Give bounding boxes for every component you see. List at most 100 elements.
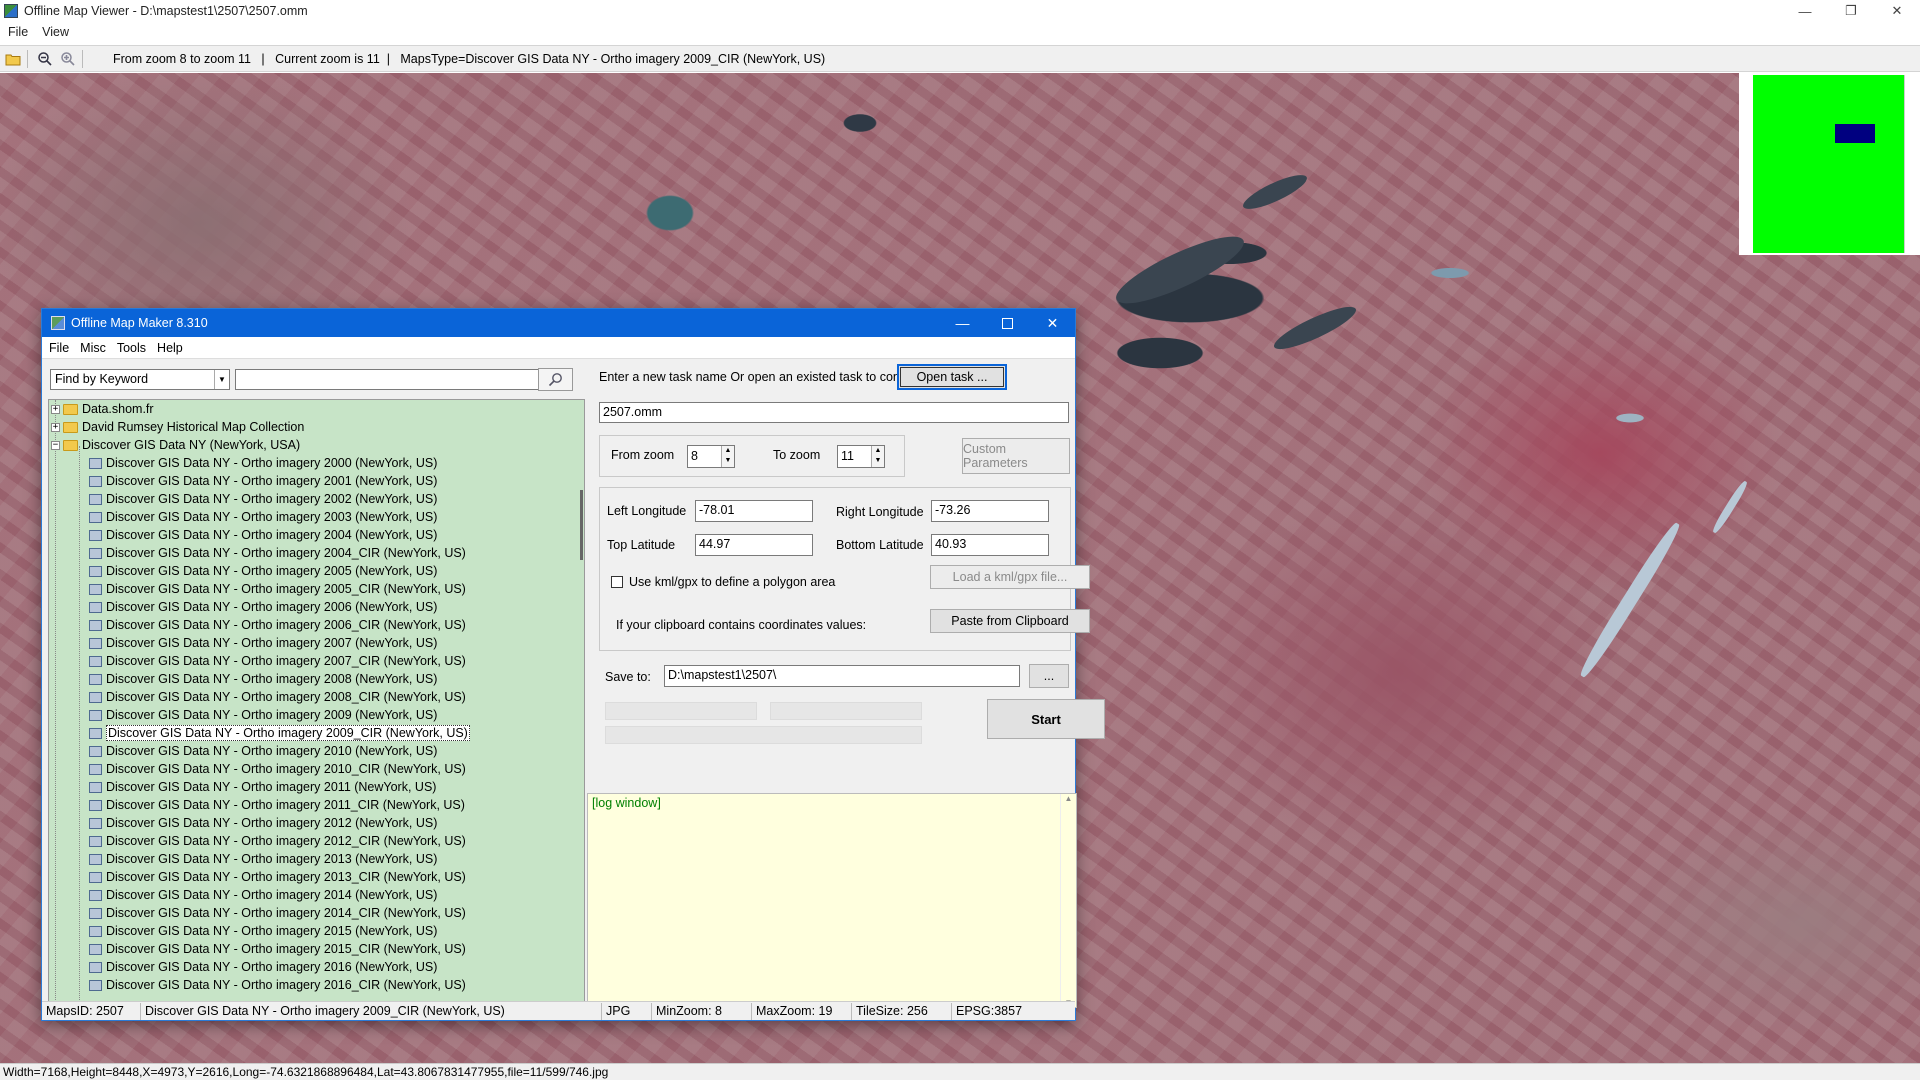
tree-folder-item[interactable]: − Discover GIS Data NY (NewYork, USA) — [49, 436, 584, 454]
tree-map-item[interactable]: Discover GIS Data NY - Ortho imagery 201… — [49, 868, 584, 886]
tree-folder-item[interactable]: + David Rumsey Historical Map Collection — [49, 418, 584, 436]
tree-map-item[interactable]: Discover GIS Data NY - Ortho imagery 200… — [49, 526, 584, 544]
tree-item-label: Discover GIS Data NY - Ortho imagery 200… — [106, 618, 466, 632]
search-mode-select[interactable]: Find by Keyword ▼ — [50, 369, 230, 390]
log-scrollbar[interactable]: ▲▼ — [1060, 794, 1076, 1007]
tree-folder-item[interactable]: + Data.shom.fr — [49, 400, 584, 418]
dialog-minimize-button[interactable]: — — [940, 309, 985, 337]
use-kml-checkbox[interactable] — [611, 576, 623, 588]
overview-viewport[interactable] — [1835, 124, 1875, 143]
dialog-menu-misc[interactable]: Misc — [80, 341, 106, 355]
tree-map-item[interactable]: Discover GIS Data NY - Ortho imagery 200… — [49, 634, 584, 652]
dialog-menu-help[interactable]: Help — [157, 341, 183, 355]
tree-map-item[interactable]: Discover GIS Data NY - Ortho imagery 201… — [49, 778, 584, 796]
open-task-button[interactable]: Open task ... — [897, 364, 1007, 390]
top-latitude-input[interactable]: 44.97 — [695, 534, 813, 556]
search-button[interactable] — [538, 368, 573, 391]
dialog-menu-file[interactable]: File — [49, 341, 69, 355]
dialog-menu-tools[interactable]: Tools — [117, 341, 146, 355]
tree-item-label: Discover GIS Data NY - Ortho imagery 200… — [106, 492, 438, 506]
search-mode-value: Find by Keyword — [55, 372, 149, 386]
tree-map-item[interactable]: Discover GIS Data NY - Ortho imagery 200… — [49, 598, 584, 616]
tree-scrollbar-thumb[interactable] — [580, 490, 583, 560]
tree-map-item[interactable]: Discover GIS Data NY - Ortho imagery 201… — [49, 850, 584, 868]
tree-map-item[interactable]: Discover GIS Data NY - Ortho imagery 200… — [49, 544, 584, 562]
tree-map-item[interactable]: Discover GIS Data NY - Ortho imagery 201… — [49, 832, 584, 850]
min-zoom-status: MinZoom: 8 — [652, 1002, 752, 1020]
search-input[interactable] — [235, 369, 539, 390]
map-lake — [1269, 299, 1361, 357]
left-longitude-input[interactable]: -78.01 — [695, 500, 813, 522]
right-longitude-input[interactable]: -73.26 — [931, 500, 1049, 522]
map-layer-icon — [89, 457, 102, 469]
tree-map-item[interactable]: Discover GIS Data NY - Ortho imagery 200… — [49, 508, 584, 526]
map-layer-icon — [89, 673, 102, 685]
map-layer-icon — [89, 979, 102, 991]
zoom-out-icon[interactable] — [35, 49, 55, 69]
tree-item-label: Discover GIS Data NY - Ortho imagery 201… — [106, 960, 438, 974]
tree-map-item[interactable]: Discover GIS Data NY - Ortho imagery 200… — [49, 706, 584, 724]
collapse-icon[interactable]: − — [51, 440, 60, 450]
map-source-tree[interactable]: + Data.shom.fr + David Rumsey Historical Ma… — [48, 399, 585, 1009]
paste-from-clipboard-button[interactable]: Paste from Clipboard — [930, 609, 1090, 633]
menu-file[interactable]: File — [8, 25, 28, 39]
tree-map-item[interactable]: Discover GIS Data NY - Ortho imagery 200… — [49, 490, 584, 508]
tree-map-item[interactable]: Discover GIS Data NY - Ortho imagery 200… — [49, 616, 584, 634]
tree-map-item[interactable]: Discover GIS Data NY - Ortho imagery 200… — [49, 562, 584, 580]
log-window[interactable]: [log window] ▲▼ — [587, 793, 1077, 1008]
tree-map-item[interactable]: Discover GIS Data NY - Ortho imagery 200… — [49, 670, 584, 688]
maximize-button[interactable]: ❐ — [1828, 0, 1874, 22]
tree-map-item[interactable]: Discover GIS Data NY - Ortho imagery 201… — [49, 742, 584, 760]
bottom-latitude-input[interactable]: 40.93 — [931, 534, 1049, 556]
tree-map-item[interactable]: Discover GIS Data NY - Ortho imagery 201… — [49, 976, 584, 994]
open-folder-icon[interactable] — [3, 49, 23, 69]
task-name-input[interactable]: 2507.omm — [599, 402, 1069, 423]
tree-map-item[interactable]: Discover GIS Data NY - Ortho imagery 201… — [49, 904, 584, 922]
map-source-pane: Find by Keyword ▼ + Data.shom.fr + David Ru… — [42, 359, 587, 1009]
tree-map-item[interactable]: Discover GIS Data NY - Ortho imagery 201… — [49, 886, 584, 904]
tree-map-item[interactable]: Discover GIS Data NY - Ortho imagery 201… — [49, 922, 584, 940]
chevron-down-icon[interactable]: ▼ — [214, 370, 229, 389]
tree-item-label: Discover GIS Data NY - Ortho imagery 201… — [106, 924, 438, 938]
tree-map-item[interactable]: Discover GIS Data NY - Ortho imagery 200… — [49, 580, 584, 598]
dialog-app-icon — [51, 316, 65, 330]
tree-map-item[interactable]: Discover GIS Data NY - Ortho imagery 201… — [49, 796, 584, 814]
tree-map-item[interactable]: Discover GIS Data NY - Ortho imagery 200… — [49, 652, 584, 670]
save-path-input[interactable]: D:\mapstest1\2507\ — [664, 665, 1020, 687]
viewer-menubar: File View — [0, 22, 1920, 42]
overview-map[interactable] — [1739, 73, 1920, 255]
maps-id-status: MapsID: 2507 — [42, 1002, 141, 1020]
stepper-arrows-icon[interactable]: ▲ ▼ — [721, 446, 734, 467]
dialog-maximize-button[interactable] — [985, 309, 1030, 337]
tree-map-item[interactable]: Discover GIS Data NY - Ortho imagery 200… — [49, 454, 584, 472]
browse-button[interactable]: ... — [1029, 664, 1069, 688]
tree-map-item[interactable]: Discover GIS Data NY - Ortho imagery 200… — [49, 472, 584, 490]
from-zoom-stepper[interactable]: 8 ▲ ▼ — [687, 445, 735, 468]
map-layer-icon — [89, 511, 102, 523]
start-button[interactable]: Start — [987, 699, 1105, 739]
map-layer-icon — [89, 943, 102, 955]
dialog-close-button[interactable]: ✕ — [1030, 309, 1075, 337]
task-settings-pane: Enter a new task name Or open an existed… — [587, 359, 1105, 1008]
tree-map-item[interactable]: Discover GIS Data NY - Ortho imagery 201… — [49, 940, 584, 958]
progress-bar-1 — [605, 702, 757, 720]
tree-item-label: Discover GIS Data NY - Ortho imagery 201… — [106, 762, 466, 776]
tree-map-item[interactable]: Discover GIS Data NY - Ortho imagery 201… — [49, 958, 584, 976]
minimize-button[interactable]: — — [1782, 0, 1828, 22]
close-button[interactable]: ✕ — [1874, 0, 1920, 22]
to-zoom-stepper[interactable]: 11 ▲ ▼ — [837, 445, 885, 468]
tree-rows: + Data.shom.fr + David Rumsey Historical Ma… — [49, 400, 584, 994]
format-status: JPG — [602, 1002, 652, 1020]
stepper-arrows-icon[interactable]: ▲ ▼ — [871, 446, 884, 467]
load-kml-button[interactable]: Load a kml/gpx file... — [930, 565, 1090, 589]
custom-parameters-button[interactable]: Custom Parameters — [962, 438, 1070, 474]
tree-map-item[interactable]: Discover GIS Data NY - Ortho imagery 201… — [49, 814, 584, 832]
tree-map-item[interactable]: Discover GIS Data NY - Ortho imagery 200… — [49, 688, 584, 706]
zoom-in-icon[interactable] — [58, 49, 78, 69]
map-layer-icon — [89, 493, 102, 505]
tree-map-item[interactable]: Discover GIS Data NY - Ortho imagery 201… — [49, 760, 584, 778]
tree-map-item[interactable]: Discover GIS Data NY - Ortho imagery 200… — [49, 724, 584, 742]
menu-view[interactable]: View — [42, 25, 69, 39]
expand-icon[interactable]: + — [51, 404, 60, 414]
expand-icon[interactable]: + — [51, 422, 60, 432]
